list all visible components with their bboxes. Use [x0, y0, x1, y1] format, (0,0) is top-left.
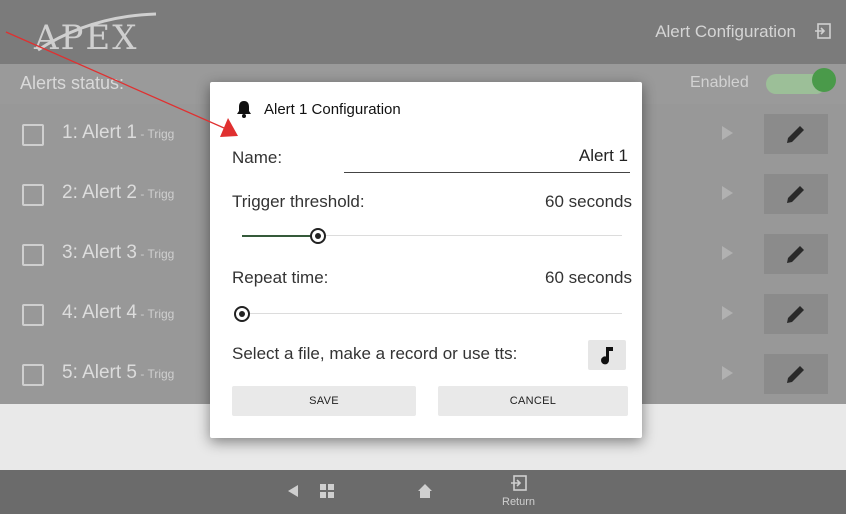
annotation-arrow [5, 31, 238, 137]
screen: APEX Alert Configuration Alerts status: … [0, 0, 846, 514]
